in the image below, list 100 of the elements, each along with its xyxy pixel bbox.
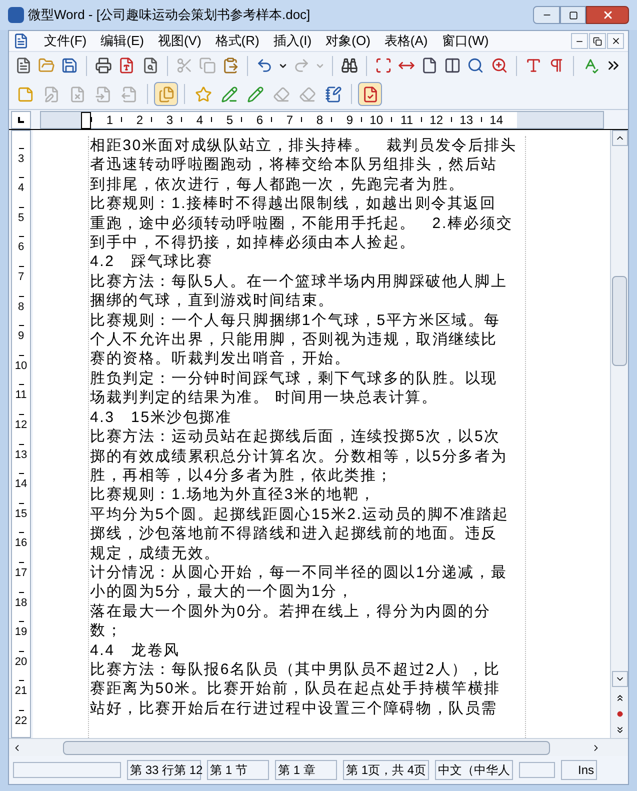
minimize-button[interactable]	[571, 33, 588, 49]
close-icon	[602, 9, 614, 21]
ruler-number: 14	[14, 479, 28, 490]
document-text-line: 计分情况：从圆心开始，每一不同半径的圆以1分递减，最	[90, 562, 508, 582]
ruler-number: 5	[226, 114, 233, 126]
ruler-number: 9	[18, 331, 24, 342]
vertical-scrollbar[interactable]	[610, 130, 628, 738]
ruler-number: 8	[316, 114, 323, 126]
menu-item[interactable]: 表格(A)	[377, 31, 435, 51]
menu-item[interactable]: 文件(F)	[37, 31, 94, 51]
menu-item[interactable]: 格式(R)	[208, 31, 266, 51]
status-chapter: 第 1 章	[275, 760, 337, 780]
menu-item[interactable]: 编辑(E)	[94, 31, 151, 51]
ruler-number: 1	[106, 114, 113, 126]
document-text-line: 重跑，途中必须转动呼啦圈，不能用手托起。 2.棒必须交	[90, 214, 514, 234]
folder-icon	[38, 57, 56, 74]
ruler-number: 5	[18, 212, 24, 224]
document-text-line: 掷线，沙包落地前不得踏线和进入起掷线前的地面。违反	[90, 524, 498, 544]
document-icon	[15, 57, 32, 74]
menu-item[interactable]: 对象(O)	[318, 31, 378, 51]
scissors-icon	[176, 57, 193, 74]
ruler-number: 3	[18, 154, 24, 165]
next-comment-icon	[120, 86, 138, 102]
close-icon	[610, 36, 620, 46]
status-panel	[519, 762, 555, 778]
close-button[interactable]	[586, 6, 629, 24]
close-button[interactable]	[607, 33, 624, 49]
status-insert-mode: Ins	[561, 760, 597, 780]
ruler-number: 13	[14, 450, 28, 461]
document-text-line: 小的圆为5分，最大的一个圆为1分，	[90, 582, 355, 602]
previous-comment-icon	[94, 86, 112, 102]
ruler-number: 12	[14, 420, 28, 431]
restore-button[interactable]	[589, 33, 606, 49]
status-section: 第 1 节	[207, 760, 269, 780]
scroll-up-button[interactable]	[612, 130, 628, 146]
maximize-button[interactable]	[560, 6, 586, 24]
document-text-line: 4.3 15米沙包掷准	[90, 408, 233, 428]
ruler-number: 16	[14, 538, 28, 550]
undo-icon	[256, 57, 273, 74]
status-page: 第 1页，共 4页	[343, 760, 429, 780]
horizontal-scrollbar[interactable]	[9, 738, 628, 756]
indent-marker-icon[interactable]	[81, 112, 91, 128]
scrollbar-thumb[interactable]	[63, 740, 550, 754]
document-text-line: 胜，再相等，以4分多者为胜，依此类推；	[90, 466, 394, 486]
ruler-number: 15	[14, 508, 28, 520]
copy-icon	[198, 57, 216, 74]
scrollbar-thumb[interactable]	[612, 276, 627, 366]
binoculars-icon	[340, 57, 358, 74]
pencil-icon	[220, 86, 238, 102]
print-preview-icon	[142, 57, 159, 74]
document-text-line: 比赛方法：运动员站在起掷线后面，连续投掷5次，以5次	[90, 427, 502, 446]
document-text-line: 比赛规则：1.场地为外直径3米的地靶，	[90, 485, 377, 505]
document-text-line: 比赛方法：每队5人。在一个篮球半场内用脚踩破他人脚上	[90, 272, 508, 292]
ruler-number: 18	[14, 598, 28, 608]
tab-stop-icon	[18, 116, 24, 122]
ruler-number: 2	[136, 114, 143, 126]
ruler-number: 8	[18, 302, 24, 313]
ruler-number: 7	[286, 114, 293, 126]
document-text-line: 相距30米面对成纵队站立，排头持棒。 裁判员发令后排头	[90, 136, 518, 156]
window-title: 微型Word - [公司趣味运动会策划书参考样本.doc]	[28, 6, 310, 24]
document-text-line: 4.2 踩气球比赛	[90, 252, 214, 272]
document-text-line: 掷的有效成绩累积总分计算名次。分数相等，以5分多者为	[90, 446, 508, 466]
ruler-number: 10	[14, 360, 28, 372]
ruler-number: 4	[196, 114, 203, 126]
eraser-icon	[272, 86, 290, 102]
ruler-number: 13	[460, 114, 473, 126]
scroll-down-button[interactable]	[612, 671, 628, 687]
document-text-line: 比赛规则：1.接棒时不得越出限制线，如越出则令其返回	[90, 194, 498, 214]
comments-icon	[158, 86, 174, 102]
ruler-number: 9	[346, 114, 353, 126]
paste-icon	[222, 57, 239, 74]
app-logo-icon	[8, 7, 24, 23]
actual-size-icon	[374, 57, 392, 74]
status-position: 第 33 行第 12	[127, 760, 201, 780]
ruler-number: 10	[370, 114, 383, 126]
document-text-line: 4.4 龙卷风	[90, 640, 181, 660]
document-text-line: 个人不允许出界，只能用脚，否则视为违规，取消继续比	[90, 330, 498, 350]
document-text-line: 到手中，不得扔接，如掉棒必须由本人捡起。	[90, 233, 417, 252]
magnifier-icon	[467, 57, 484, 74]
ruler-number: 19	[14, 627, 28, 638]
double-up-arrow-icon	[614, 693, 624, 703]
document-text-line: 赛的资格。听裁判发出哨音，开始。	[90, 349, 352, 369]
menu-item[interactable]: 视图(V)	[150, 31, 208, 51]
ruler-number: 14	[490, 114, 503, 126]
ruler-number: 4	[18, 183, 24, 194]
document-icon	[13, 33, 29, 49]
document-text-line: 到排尾，依次进行，每人都跑一次，先跑完者为胜。	[90, 174, 466, 194]
double-down-arrow-icon	[614, 725, 624, 735]
ruler-number: 6	[256, 114, 263, 126]
tab-stop-selector[interactable]	[11, 110, 31, 128]
maximize-icon	[568, 10, 578, 20]
pencil-icon	[246, 86, 264, 102]
menu-item[interactable]: 窗口(W)	[434, 31, 496, 51]
font-icon	[524, 57, 542, 74]
ruler-number: 17	[14, 568, 28, 579]
one-page-icon	[421, 57, 438, 74]
ruler-number: 11	[15, 390, 27, 402]
ruler-number: 6	[18, 242, 24, 254]
ruler-number: 20	[14, 656, 28, 668]
menu-item[interactable]: 插入(I)	[266, 31, 319, 51]
